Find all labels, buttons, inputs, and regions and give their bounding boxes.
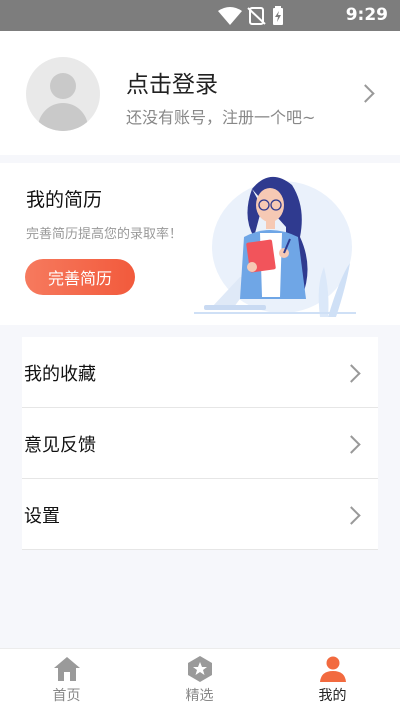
menu-item-settings[interactable]: 设置	[22, 479, 378, 550]
status-time: 9:29	[345, 5, 388, 25]
status-icons	[218, 6, 283, 25]
bottom-tab-bar: 首页 精选 我的	[0, 648, 400, 712]
home-icon	[54, 657, 80, 681]
tab-featured[interactable]: 精选	[133, 649, 266, 712]
tab-mine-label: 我的	[318, 688, 347, 704]
menu-item-feedback[interactable]: 意见反馈	[22, 408, 378, 479]
resume-title: 我的简历	[26, 189, 103, 211]
person-icon	[320, 656, 346, 682]
tab-home-label: 首页	[52, 688, 81, 704]
menu-item-label: 设置	[24, 506, 60, 527]
battery-charging-icon	[273, 6, 283, 25]
chevron-right-icon	[342, 364, 361, 383]
chevron-right-icon	[342, 435, 361, 454]
woman-writing-illustration	[194, 176, 356, 317]
menu-item-label: 我的收藏	[24, 364, 96, 385]
login-subtitle: 还没有账号，注册一个吧~	[126, 108, 316, 127]
resume-card: 我的简历 完善简历提高您的录取率！ 完善简历	[0, 163, 400, 325]
resume-subtitle: 完善简历提高您的录取率！	[26, 227, 183, 242]
status-bar: 9:29	[0, 0, 400, 31]
login-title[interactable]: 点击登录	[126, 65, 218, 99]
no-sim-icon	[247, 7, 266, 25]
chevron-right-icon	[342, 506, 361, 525]
star-badge-icon	[188, 656, 212, 682]
complete-resume-button[interactable]: 完善简历	[25, 259, 135, 295]
tab-mine[interactable]: 我的	[266, 649, 399, 712]
chevron-right-icon[interactable]	[356, 84, 375, 103]
tab-featured-label: 精选	[185, 688, 214, 704]
settings-menu: 我的收藏 意见反馈 设置	[22, 337, 378, 550]
tab-home[interactable]: 首页	[0, 649, 133, 712]
menu-item-label: 意见反馈	[24, 435, 96, 456]
default-avatar-icon[interactable]	[26, 57, 100, 131]
wifi-icon	[218, 7, 242, 25]
menu-item-favorites[interactable]: 我的收藏	[22, 337, 378, 408]
login-header[interactable]: 点击登录 还没有账号，注册一个吧~	[0, 31, 400, 155]
